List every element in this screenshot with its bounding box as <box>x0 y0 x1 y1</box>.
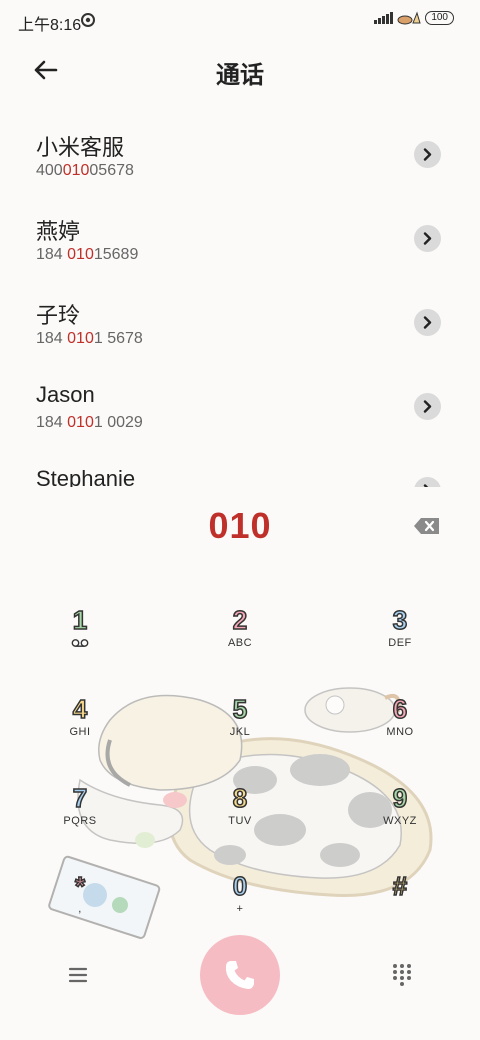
key-7[interactable]: 7 PQRS <box>25 782 135 855</box>
dialpad-icon[interactable] <box>390 962 414 986</box>
contact-name: Stephanie <box>36 466 136 487</box>
key-digit: 3 <box>392 604 408 636</box>
chevron-right-icon <box>423 232 432 245</box>
key-digit: 9 <box>392 782 408 814</box>
key-digit: 5 <box>232 693 248 725</box>
phone-icon <box>225 961 254 989</box>
status-time: 上午8:16 <box>18 17 82 34</box>
key-letters: MNO <box>386 726 414 738</box>
key-4[interactable]: 4 GHI <box>25 693 135 766</box>
key-digit: 8 <box>232 782 248 814</box>
sticker-icon <box>397 11 421 25</box>
key-digit: 0 <box>232 870 248 902</box>
contact-number: 40001005678 <box>36 162 134 179</box>
key-8[interactable]: 8 TUV <box>185 782 295 855</box>
key-digit: 2 <box>232 604 248 636</box>
key-3[interactable]: 3 DEF <box>345 604 455 677</box>
status-bar: 上午8:16 100 <box>0 0 480 40</box>
contact-row[interactable]: 子玲 184 0101 5678 <box>0 280 480 364</box>
key-9[interactable]: 9 WXYZ <box>345 782 455 855</box>
voicemail-icon <box>71 639 89 647</box>
key-letters: , <box>78 903 82 915</box>
key-digit: # <box>392 870 408 902</box>
key-letters: WXYZ <box>383 815 417 827</box>
key-digit: 1 <box>72 604 88 636</box>
chevron-right-icon <box>423 400 432 413</box>
key-5[interactable]: 5 JKL <box>185 693 295 766</box>
settings-gear-icon <box>81 13 95 27</box>
contact-name: 小米客服 <box>36 135 125 160</box>
key-2[interactable]: 2 ABC <box>185 604 295 677</box>
contact-details-button[interactable] <box>414 309 441 336</box>
key-letters: GHI <box>69 726 91 738</box>
key-letters: JKL <box>229 726 251 738</box>
contact-row[interactable]: 燕婷 184 01015689 <box>0 196 480 280</box>
key-letters: + <box>236 903 244 915</box>
key-digit: * <box>74 870 86 902</box>
key-1[interactable]: 1 <box>25 604 135 677</box>
key-letters: TUV <box>228 815 252 827</box>
key-hash[interactable]: # <box>345 870 455 943</box>
key-star[interactable]: * , <box>25 870 135 943</box>
key-digit: 4 <box>72 693 88 725</box>
page-title: 通话 <box>216 62 264 89</box>
status-indicators: 100 <box>374 11 454 25</box>
key-letters: ABC <box>227 637 253 649</box>
key-letters: DEF <box>388 637 412 649</box>
battery-indicator: 100 <box>425 11 454 25</box>
contact-name: Jason <box>36 382 95 407</box>
contact-number: 184 0101 5678 <box>36 330 143 347</box>
chevron-right-icon <box>423 316 432 329</box>
menu-icon[interactable] <box>66 963 90 987</box>
key-0[interactable]: 0 + <box>185 870 295 943</box>
contact-row[interactable]: 小米客服 40001005678 <box>0 112 480 196</box>
contact-name: 燕婷 <box>36 219 81 244</box>
dialed-number: 010 <box>208 505 272 546</box>
contact-name: 子玲 <box>36 303 81 328</box>
contact-row[interactable]: Jason 184 0101 0029 <box>0 364 480 448</box>
contact-row[interactable]: Stephanie <box>0 448 480 487</box>
contact-number: 184 0101 0029 <box>36 414 143 431</box>
chevron-right-icon <box>423 148 432 161</box>
contact-number: 184 01015689 <box>36 246 139 263</box>
chevron-right-icon <box>423 484 429 487</box>
contact-details-button[interactable] <box>414 393 441 420</box>
key-6[interactable]: 6 MNO <box>345 693 455 766</box>
signal-icon <box>374 12 394 24</box>
contact-details-button[interactable] <box>414 225 441 252</box>
key-digit: 7 <box>72 782 88 814</box>
contact-details-button[interactable] <box>414 477 441 487</box>
app-header: 通话 <box>0 40 480 100</box>
backspace-icon[interactable] <box>413 516 441 536</box>
key-digit: 6 <box>392 693 408 725</box>
contact-suggestions: 小米客服 40001005678 燕婷 184 01015689 子玲 184 … <box>0 112 480 487</box>
key-letters: PQRS <box>63 815 97 827</box>
call-button[interactable] <box>200 935 280 1015</box>
contact-details-button[interactable] <box>414 141 441 168</box>
